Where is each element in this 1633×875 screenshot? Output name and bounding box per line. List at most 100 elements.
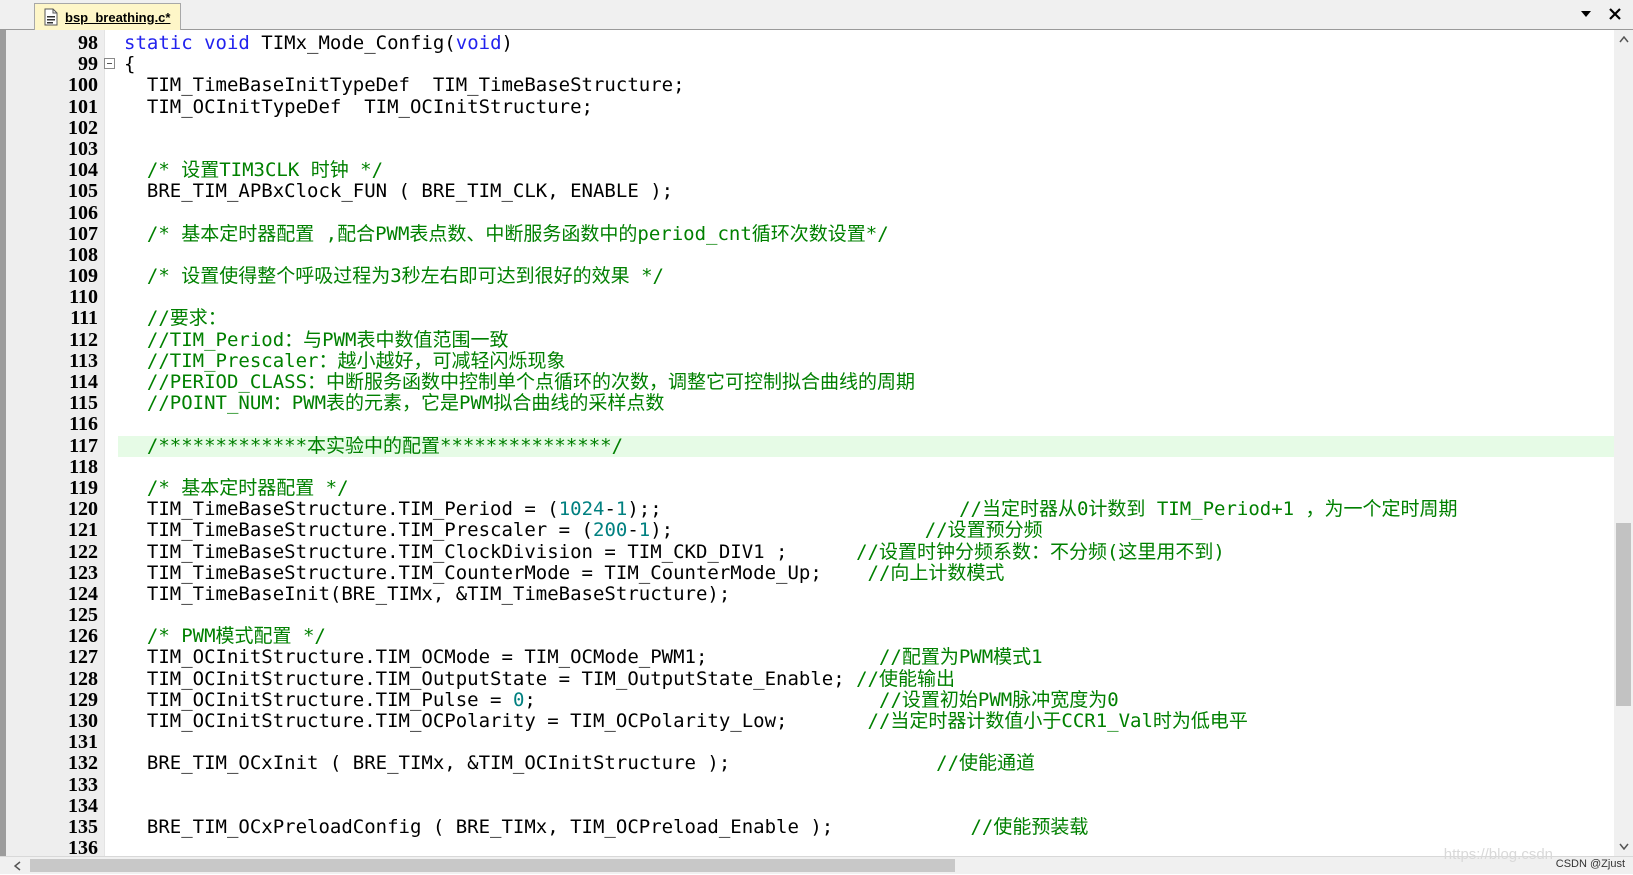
code-token: BRE_TIM_APBxClock_FUN ( BRE_TIM_CLK, ENA…: [124, 180, 674, 203]
line-number: 116: [69, 413, 98, 436]
line-number: 101: [68, 95, 98, 118]
code-line[interactable]: 98 static void TIMx_Mode_Config(void): [6, 32, 1614, 54]
code-line[interactable]: 133: [6, 774, 1614, 796]
chevron-down-icon[interactable]: [1577, 5, 1595, 23]
code-line[interactable]: 116: [6, 414, 1614, 435]
code-line[interactable]: 128 TIM_OCInitStructure.TIM_OutputState …: [6, 667, 1614, 690]
code-line[interactable]: 118: [6, 455, 1614, 478]
c-file-icon: [43, 8, 59, 26]
line-number: 102: [68, 116, 98, 139]
scroll-left-icon[interactable]: [8, 857, 26, 875]
code-text: //POINT_NUM：PWM表的元素，它是PWM拟合曲线的采样点数: [124, 393, 664, 414]
code-line[interactable]: 105 BRE_TIM_APBxClock_FUN ( BRE_TIM_CLK,…: [6, 181, 1614, 202]
tab-bar: bsp_breathing.c*: [0, 0, 1633, 30]
comment-token: //使能预装载: [970, 815, 1089, 838]
code-line[interactable]: 110: [6, 287, 1614, 308]
line-number: 135: [68, 815, 98, 838]
code-text: TIM_OCInitStructure.TIM_Pulse = 0; //设置初…: [124, 688, 1119, 711]
code-text: /*************本实验中的配置***************/: [124, 435, 623, 457]
code-editor[interactable]: 98 static void TIMx_Mode_Config(void) 99 {1…: [0, 30, 1633, 856]
code-line[interactable]: 115 //POINT_NUM：PWM表的元素，它是PWM拟合曲线的采样点数: [6, 392, 1614, 414]
line-number: 134: [68, 794, 98, 817]
line-number: 117: [69, 434, 98, 457]
comment-token: /* 设置使得整个呼吸过程为3秒左右即可达到很好的效果 */: [124, 265, 664, 288]
code-line[interactable]: 101 TIM_OCInitTypeDef TIM_OCInitStructur…: [6, 95, 1614, 118]
code-line[interactable]: 108: [6, 243, 1614, 266]
code-line[interactable]: 129 TIM_OCInitStructure.TIM_Pulse = 0; /…: [6, 688, 1614, 711]
code-line[interactable]: 117 /*************本实验中的配置***************…: [6, 434, 1614, 457]
code-line[interactable]: 136: [6, 837, 1614, 856]
line-number: 130: [68, 710, 98, 732]
close-icon[interactable]: [1605, 4, 1625, 24]
code-line[interactable]: 121 TIM_TimeBaseStructure.TIM_Prescaler …: [6, 520, 1614, 541]
tab-bsp-breathing[interactable]: bsp_breathing.c*: [34, 3, 182, 30]
code-line[interactable]: 125: [6, 604, 1614, 627]
line-number: 125: [68, 604, 98, 627]
code-line[interactable]: 124 TIM_TimeBaseInit(BRE_TIMx, &TIM_Time…: [6, 582, 1614, 605]
code-token: BRE_TIM_OCxInit ( BRE_TIMx, &TIM_OCInitS…: [124, 752, 937, 775]
code-line[interactable]: 113 //TIM_Prescaler：越小越好，可减轻闪烁现象: [6, 349, 1614, 372]
scroll-up-icon[interactable]: [1614, 30, 1633, 49]
code-line[interactable]: 103: [6, 137, 1614, 160]
code-line[interactable]: 111 //要求：: [6, 308, 1614, 329]
code-text: TIM_TimeBaseStructure.TIM_ClockDivision …: [124, 540, 1225, 563]
comment-token: //POINT_NUM：PWM表的元素，它是PWM拟合曲线的采样点数: [124, 392, 665, 415]
fold-collapse-icon[interactable]: [104, 58, 115, 70]
line-number: 99: [78, 53, 98, 76]
number-token: 1024: [558, 498, 605, 521]
code-line[interactable]: 100 TIM_TimeBaseInitTypeDef TIM_TimeBase…: [6, 75, 1614, 96]
line-number: 118: [69, 455, 98, 478]
code-token: TIM_OCInitStructure.TIM_Pulse =: [124, 688, 513, 711]
code-line[interactable]: 119 /* 基本定时器配置 */: [6, 477, 1614, 499]
line-number: 98: [78, 32, 98, 54]
horizontal-scroll-thumb[interactable]: [30, 859, 955, 872]
code-line[interactable]: 130 TIM_OCInitStructure.TIM_OCPolarity =…: [6, 710, 1614, 732]
code-line[interactable]: 127 TIM_OCInitStructure.TIM_OCMode = TIM…: [6, 647, 1614, 668]
code-line[interactable]: 135 BRE_TIM_OCxPreloadConfig ( BRE_TIMx,…: [6, 815, 1614, 838]
code-text: BRE_TIM_OCxInit ( BRE_TIMx, &TIM_OCInitS…: [124, 753, 1035, 774]
scroll-down-icon[interactable]: [1614, 837, 1633, 856]
code-token: TIM_TimeBaseInit(BRE_TIMx, &TIM_TimeBase…: [124, 582, 731, 605]
line-number: 131: [68, 731, 98, 754]
code-line[interactable]: 114 //PERIOD_CLASS：中断服务函数中控制单个点循环的次数，调整它…: [6, 371, 1614, 393]
code-line[interactable]: 112 //TIM_Period：与PWM表中数值范围一致: [6, 329, 1614, 351]
code-line[interactable]: 104 /* 设置TIM3CLK 时钟 */: [6, 159, 1614, 181]
code-line[interactable]: 102: [6, 116, 1614, 139]
code-text: BRE_TIM_APBxClock_FUN ( BRE_TIM_CLK, ENA…: [124, 181, 673, 202]
number-token: 1: [615, 498, 628, 521]
keyword-token: static void: [124, 32, 250, 54]
code-line[interactable]: 122 TIM_TimeBaseStructure.TIM_ClockDivis…: [6, 540, 1614, 563]
vertical-scroll-thumb[interactable]: [1616, 523, 1631, 706]
keyword-token: void: [455, 32, 502, 54]
code-line[interactable]: 123 TIM_TimeBaseStructure.TIM_CounterMod…: [6, 562, 1614, 584]
code-line[interactable]: 126 /* PWM模式配置 */: [6, 626, 1614, 647]
code-token: TIM_OCInitStructure.TIM_OutputState = TI…: [124, 667, 857, 690]
code-line[interactable]: 132 BRE_TIM_OCxInit ( BRE_TIMx, &TIM_OCI…: [6, 753, 1614, 774]
code-text: //TIM_Period：与PWM表中数值范围一致: [124, 329, 509, 351]
code-line[interactable]: 131: [6, 731, 1614, 754]
code-line[interactable]: 109 /* 设置使得整个呼吸过程为3秒左右即可达到很好的效果 */: [6, 265, 1614, 288]
code-text: /* 基本定时器配置 */: [124, 477, 349, 499]
code-line[interactable]: 107 /* 基本定时器配置 ,配合PWM表点数、中断服务函数中的period_…: [6, 223, 1614, 245]
comment-token: //TIM_Prescaler：越小越好，可减轻闪烁现象: [124, 349, 566, 372]
comment-token: //使能通道: [936, 752, 1036, 775]
line-number: 103: [68, 137, 98, 160]
vertical-scrollbar[interactable]: [1614, 30, 1633, 856]
code-text: //TIM_Prescaler：越小越好，可减轻闪烁现象: [124, 349, 566, 372]
code-line[interactable]: 99 {: [6, 53, 1614, 76]
code-token: TIM_OCInitTypeDef TIM_OCInitStructure;: [124, 95, 593, 118]
code-line[interactable]: 134: [6, 794, 1614, 817]
comment-token: //设置时钟分频系数：不分频(这里用不到): [856, 540, 1225, 563]
line-number: 111: [70, 307, 98, 330]
code-line[interactable]: 106: [6, 202, 1614, 224]
code-token: BRE_TIM_OCxPreloadConfig ( BRE_TIMx, TIM…: [124, 815, 971, 838]
comment-token: /* PWM模式配置 */: [124, 625, 326, 648]
code-text: TIM_OCInitStructure.TIM_OCPolarity = TIM…: [124, 710, 1248, 732]
line-number: 108: [68, 243, 98, 266]
comment-token: //当定时器从0计数到 TIM_Period+1 ，为一个定时周期: [959, 498, 1458, 521]
line-number: 129: [68, 688, 98, 711]
horizontal-scrollbar[interactable]: [0, 856, 1633, 874]
number-token: 0: [512, 688, 525, 711]
code-token: TIM_TimeBaseStructure.TIM_Period = (: [124, 498, 559, 521]
code-line[interactable]: 120 TIM_TimeBaseStructure.TIM_Period = (…: [6, 498, 1614, 521]
